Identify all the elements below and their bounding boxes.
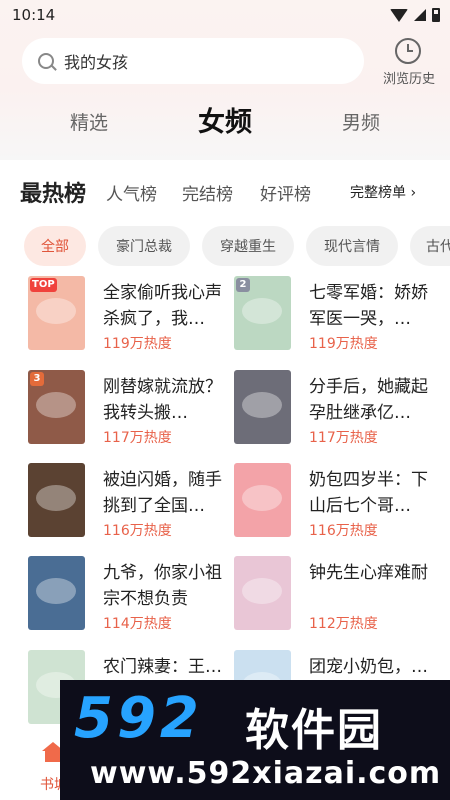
book-cover[interactable]: [234, 556, 291, 630]
book-heat: 119万热度: [309, 336, 378, 352]
cover-art: [36, 485, 76, 511]
chip-ceo[interactable]: 豪门总裁: [98, 226, 190, 266]
rank-badge: 3: [30, 372, 44, 386]
category-chips: 全部 豪门总裁 穿越重生 现代言情 古代: [24, 226, 450, 266]
status-icons: [390, 8, 440, 22]
history-button[interactable]: 浏览历史: [374, 36, 444, 88]
search-query: 我的女孩: [64, 53, 129, 72]
rank-header: 最热榜 人气榜 完结榜 好评榜 完整榜单 ›: [0, 172, 450, 212]
watermark-url: www.592xiazai.com: [90, 756, 442, 791]
tab-popular[interactable]: 人气榜: [106, 180, 157, 205]
cover-art: [36, 578, 76, 604]
book-title[interactable]: 分手后，她藏起孕肚继承亿…: [309, 374, 429, 426]
rank-badge: TOP: [30, 278, 57, 292]
book-heat: 119万热度: [103, 336, 172, 352]
chip-ancient[interactable]: 古代: [410, 226, 450, 266]
book-heat: 117万热度: [309, 430, 378, 446]
book-title[interactable]: 刚替嫁就流放？我转头搬…: [103, 374, 223, 426]
cover-art: [36, 392, 76, 418]
tab-female[interactable]: 女频: [198, 100, 252, 139]
book-heat: 114万热度: [103, 616, 172, 632]
cover-art: [242, 392, 282, 418]
watermark-logo: 592: [74, 686, 203, 751]
book-cover[interactable]: 2: [234, 276, 291, 350]
book-item[interactable]: 被迫闪婚，随手挑到了全国… 116万热度: [28, 463, 228, 543]
book-item[interactable]: 分手后，她藏起孕肚继承亿… 117万热度: [234, 370, 434, 450]
watermark-banner: 592 软件园 www.592xiazai.com: [60, 680, 450, 800]
book-item[interactable]: 3 刚替嫁就流放？我转头搬… 117万热度: [28, 370, 228, 450]
clock-icon: [395, 38, 421, 64]
search-icon: [38, 53, 54, 69]
cover-art: [242, 578, 282, 604]
wifi-icon: [390, 8, 408, 22]
book-title[interactable]: 奶包四岁半：下山后七个哥…: [309, 467, 429, 519]
battery-icon: [432, 8, 440, 22]
chip-modern-romance[interactable]: 现代言情: [306, 226, 398, 266]
full-list-link[interactable]: 完整榜单 ›: [350, 182, 416, 202]
book-cover[interactable]: [28, 463, 85, 537]
channel-tabs: 精选 女频 男频: [0, 98, 450, 148]
book-item[interactable]: 九爷，你家小祖宗不想负责 114万热度: [28, 556, 228, 636]
chip-all[interactable]: 全部: [24, 226, 86, 266]
signal-icon: [414, 9, 426, 21]
book-heat: 116万热度: [309, 523, 378, 539]
tab-top-rated[interactable]: 好评榜: [260, 180, 311, 205]
cover-art: [36, 298, 76, 324]
book-heat: 116万热度: [103, 523, 172, 539]
book-item[interactable]: 奶包四岁半：下山后七个哥… 116万热度: [234, 463, 434, 543]
search-input[interactable]: 我的女孩: [22, 38, 364, 84]
tab-completed[interactable]: 完结榜: [182, 180, 233, 205]
status-bar: 10:14: [0, 0, 450, 30]
tab-male[interactable]: 男频: [342, 108, 380, 135]
book-cover[interactable]: TOP: [28, 276, 85, 350]
book-item[interactable]: 钟先生心痒难耐 112万热度: [234, 556, 434, 636]
chip-time-travel[interactable]: 穿越重生: [202, 226, 294, 266]
cover-art: [242, 298, 282, 324]
book-heat: 117万热度: [103, 430, 172, 446]
book-title[interactable]: 被迫闪婚，随手挑到了全国…: [103, 467, 223, 519]
book-heat: 112万热度: [309, 616, 378, 632]
tab-featured[interactable]: 精选: [70, 108, 108, 135]
book-item[interactable]: TOP 全家偷听我心声杀疯了，我… 119万热度: [28, 276, 228, 356]
cover-art: [242, 485, 282, 511]
watermark-name: 软件园: [245, 705, 383, 756]
history-label: 浏览历史: [382, 72, 435, 87]
book-cover[interactable]: [28, 556, 85, 630]
rank-badge: 2: [236, 278, 250, 292]
book-cover[interactable]: [234, 463, 291, 537]
book-cover[interactable]: [234, 370, 291, 444]
book-item[interactable]: 2 七零军婚：娇娇军医一哭，… 119万热度: [234, 276, 434, 356]
book-title[interactable]: 钟先生心痒难耐: [309, 560, 429, 612]
rank-title[interactable]: 最热榜: [20, 176, 86, 208]
book-title[interactable]: 全家偷听我心声杀疯了，我…: [103, 280, 223, 332]
book-cover[interactable]: 3: [28, 370, 85, 444]
book-title[interactable]: 九爷，你家小祖宗不想负责: [103, 560, 223, 612]
status-time: 10:14: [12, 6, 56, 24]
book-title[interactable]: 七零军婚：娇娇军医一哭，…: [309, 280, 429, 332]
